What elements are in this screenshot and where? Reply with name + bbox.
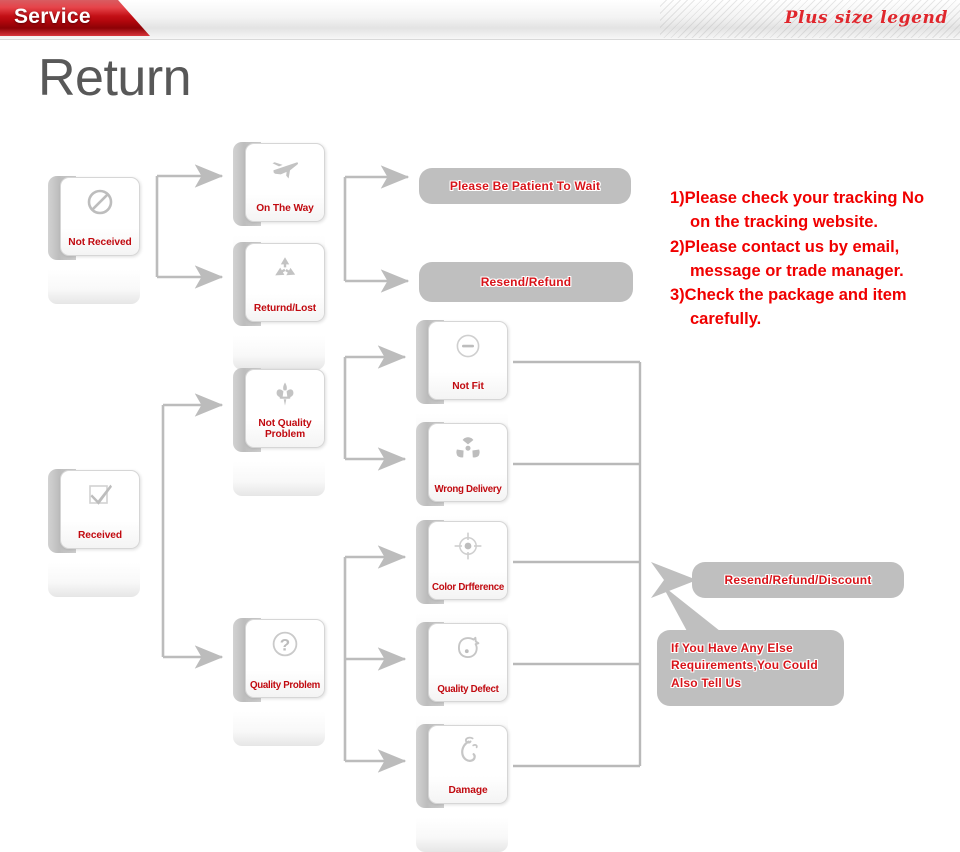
legend-label: Plus size legend [784,8,948,28]
pill-please-be-patient: Please Be Patient To Wait [419,168,631,204]
instructions-list: 1)Please check your tracking No on the t… [670,186,950,332]
node-label: Quality Problem [249,679,321,691]
node-face: Wrong Delivery [428,423,508,502]
node-label: Damage [448,784,488,797]
ornament-swirl-icon [454,733,482,767]
instruction-2-main: 2)Please contact us by email, [670,237,900,256]
radiation-icon [454,431,482,465]
airplane-icon [270,151,300,185]
node-not-fit[interactable]: Not Fit [416,320,508,448]
node-face: Not Received [60,177,140,256]
minus-circle-icon [454,329,482,363]
node-reflection [233,454,325,496]
tell-us-line-2: Requirements,You Could [671,658,818,673]
node-face: Not Fit [428,321,508,400]
node-received[interactable]: Received [48,469,140,597]
checkbox-check-icon [85,478,115,512]
instruction-2-cont: message or trade manager. [690,261,904,280]
prohibition-icon [86,185,114,219]
node-reflection [233,704,325,746]
node-reflection [233,328,325,370]
node-face: Not Quality Problem [245,369,325,448]
node-wrong-delivery[interactable]: Wrong Delivery [416,422,508,550]
node-face: Received [60,470,140,549]
node-quality-problem[interactable]: ? Quality Problem [233,618,325,746]
node-label: Not Quality Problem [258,416,312,441]
node-label: Not Fit [452,380,484,393]
node-face: ? Quality Problem [245,619,325,698]
node-returnd-lost[interactable]: Returnd/Lost [233,242,325,370]
node-label: Received [78,529,122,542]
node-face: Returnd/Lost [245,243,325,322]
node-face: Damage [428,725,508,804]
node-label: Wrong Delivery [434,483,502,495]
instruction-3-main: 3)Check the package and item [670,286,907,304]
node-face: Color Drfference [428,521,508,600]
recycle-icon [271,251,299,285]
page-title: Return [38,49,192,107]
node-label: Quality Defect [437,683,499,695]
node-on-the-way[interactable]: On The Way [233,142,325,270]
node-label: Color Drfference [432,581,504,593]
node-color-difference[interactable]: Color Drfference [416,520,508,648]
instruction-1-cont: on the tracking website. [690,213,878,232]
node-not-received[interactable]: Not Received [48,176,140,304]
node-face: Quality Defect [428,623,508,702]
instruction-3-cont: carefully. [690,310,762,329]
pill-resend-refund: Resend/Refund [419,262,633,302]
node-label: Returnd/Lost [253,302,317,315]
node-label: On The Way [256,202,314,215]
header-bar: Plus size legend Service [0,0,960,40]
tell-us-line-1: If You Have Any Else [671,641,793,655]
pill-resend-refund-discount: Resend/Refund/Discount [692,562,904,598]
node-label: Not Received [68,236,132,249]
node-reflection [48,555,140,597]
node-not-quality-problem[interactable]: Not Quality Problem [233,368,325,496]
broken-circle-icon [453,631,483,665]
node-damage[interactable]: Damage [416,724,508,852]
tell-us-line-3: Also Tell Us [671,675,742,690]
question-circle-icon: ? [270,627,300,661]
node-quality-defect[interactable]: Quality Defect [416,622,508,750]
crosshair-target-icon [453,529,483,563]
node-reflection [48,262,140,304]
node-face: On The Way [245,143,325,222]
svg-text:?: ? [280,635,290,654]
instruction-1-main: 1)Please check your tracking No [670,189,925,207]
pill-tell-us: If You Have Any Else Requirements,You Co… [657,630,844,706]
service-tab-label: Service [14,5,91,28]
fleur-de-lis-icon [271,377,299,411]
node-reflection [416,810,508,852]
